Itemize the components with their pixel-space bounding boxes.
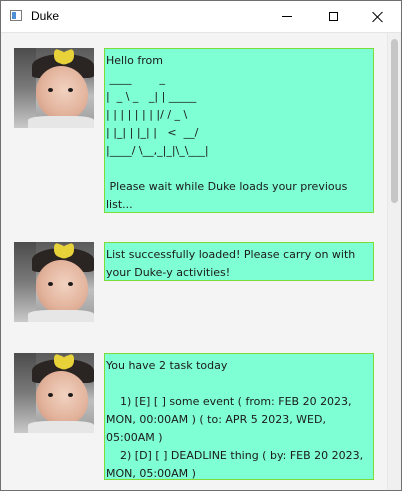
- duke-avatar: [14, 353, 94, 433]
- duke-avatar: [14, 242, 94, 322]
- duke-window: Duke Hello from ____ _ | _ \ _ _| | ____…: [0, 0, 402, 491]
- minimize-button[interactable]: [264, 1, 310, 32]
- message-bubble: Hello from ____ _ | _ \ _ _| | _____ | |…: [104, 48, 374, 213]
- bow-icon: [54, 50, 74, 63]
- vertical-scrollbar[interactable]: [387, 33, 401, 490]
- message-bubble: You have 2 task today 1) [E] [ ] some ev…: [104, 353, 374, 480]
- title-bar[interactable]: Duke: [1, 1, 401, 33]
- app-icon: [10, 10, 22, 21]
- bow-icon: [54, 355, 74, 368]
- minimize-icon: [282, 16, 292, 17]
- window-title: Duke: [31, 9, 60, 23]
- duke-avatar: [14, 48, 94, 128]
- scroll-thumb[interactable]: [391, 39, 398, 203]
- close-icon: [372, 11, 384, 23]
- bow-icon: [54, 244, 74, 257]
- dialog-container[interactable]: Hello from ____ _ | _ \ _ _| | _____ | |…: [1, 33, 387, 490]
- message-bubble: List successfully loaded! Please carry o…: [104, 242, 374, 281]
- close-button[interactable]: [355, 1, 401, 32]
- maximize-button[interactable]: [310, 1, 356, 32]
- maximize-icon: [328, 12, 338, 21]
